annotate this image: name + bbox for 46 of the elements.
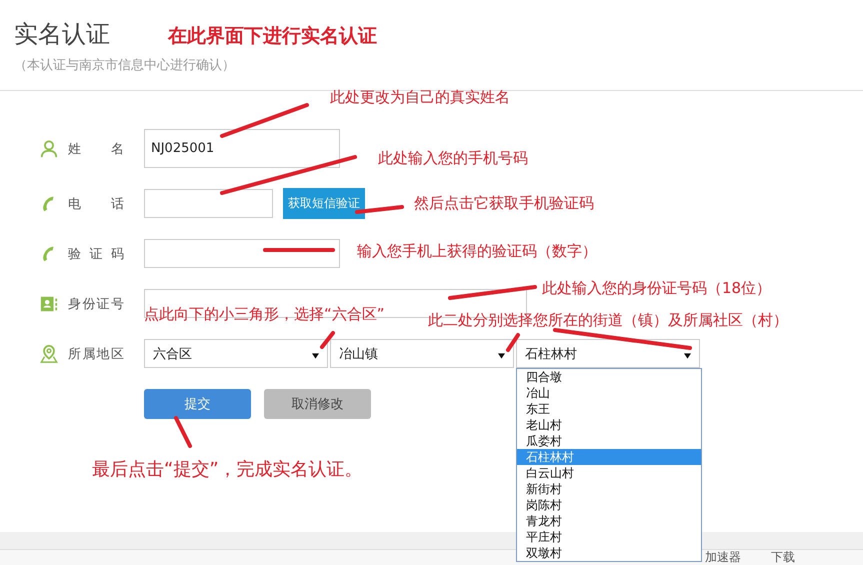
field-label: 所属地区 [68,346,124,362]
page-subtitle: （本认证与南京市信息中心进行确认） [14,57,236,74]
person-icon [40,140,58,158]
dropdown-option[interactable]: 瓜娄村 [517,433,701,449]
dropdown-option[interactable]: 白云山村 [517,465,701,481]
dropdown-option[interactable]: 东王 [517,401,701,417]
annotation-text: 最后点击“提交”，完成实名认证。 [92,458,363,481]
annotation-line [506,333,520,352]
field-label: 姓 名 [68,140,124,158]
annotation-line [263,248,335,252]
annotation-heading: 在此界面下进行实名认证 [168,24,377,49]
dropdown-option[interactable]: 岗陈村 [517,497,701,513]
dropdown-option[interactable]: 老山村 [517,417,701,433]
dropdown-option[interactable]: 平庄村 [517,529,701,545]
toolbar-item[interactable]: 下载 [771,550,795,565]
annotation-line [320,331,335,349]
caret-icon [498,352,505,358]
annotation-text: 然后点击它获取手机验证码 [414,194,594,213]
location-pin-icon [40,344,58,362]
annotation-text: 此二处分别选择您所在的街道（镇）及所属社区（村） [428,311,788,330]
annotation-text: 此处输入您的身份证号码（18位） [542,279,772,298]
annotation-text: 此处更改为自己的真实姓名 [330,88,510,107]
caret-icon [312,352,319,358]
annotation-line [174,416,192,448]
input-field[interactable] [144,239,340,268]
dropdown-select[interactable]: 冶山镇 [330,339,514,368]
input-field[interactable]: NJ025001 [144,129,340,168]
annotation-text: 点此向下的小三角形，选择“六合区” [144,305,385,324]
dropdown-option[interactable]: 四合墩 [517,369,701,385]
toolbar-item[interactable]: 加速器 [705,550,741,565]
field-label: 身份证号 [68,296,124,312]
dropdown-option[interactable]: 冶山 [517,385,701,401]
page-title: 实名认证 [14,19,110,50]
caret-icon [684,352,691,358]
field-label: 验 证 码 [68,246,124,262]
id-card-icon [40,294,58,312]
dropdown-select[interactable]: 六合区 [144,339,328,368]
dropdown-option[interactable]: 新街村 [517,481,701,497]
field-label: 电 话 [68,196,124,212]
cancel-button[interactable]: 取消修改 [264,389,371,419]
annotation-text: 输入您手机上获得的验证码（数字） [357,242,597,261]
dropdown-option[interactable]: 青龙村 [517,513,701,529]
input-field[interactable] [144,189,273,218]
dropdown-option[interactable]: 双墩村 [517,545,701,561]
submit-button[interactable]: 提交 [144,389,251,419]
annotation-text: 此处输入您的手机号码 [378,149,528,168]
